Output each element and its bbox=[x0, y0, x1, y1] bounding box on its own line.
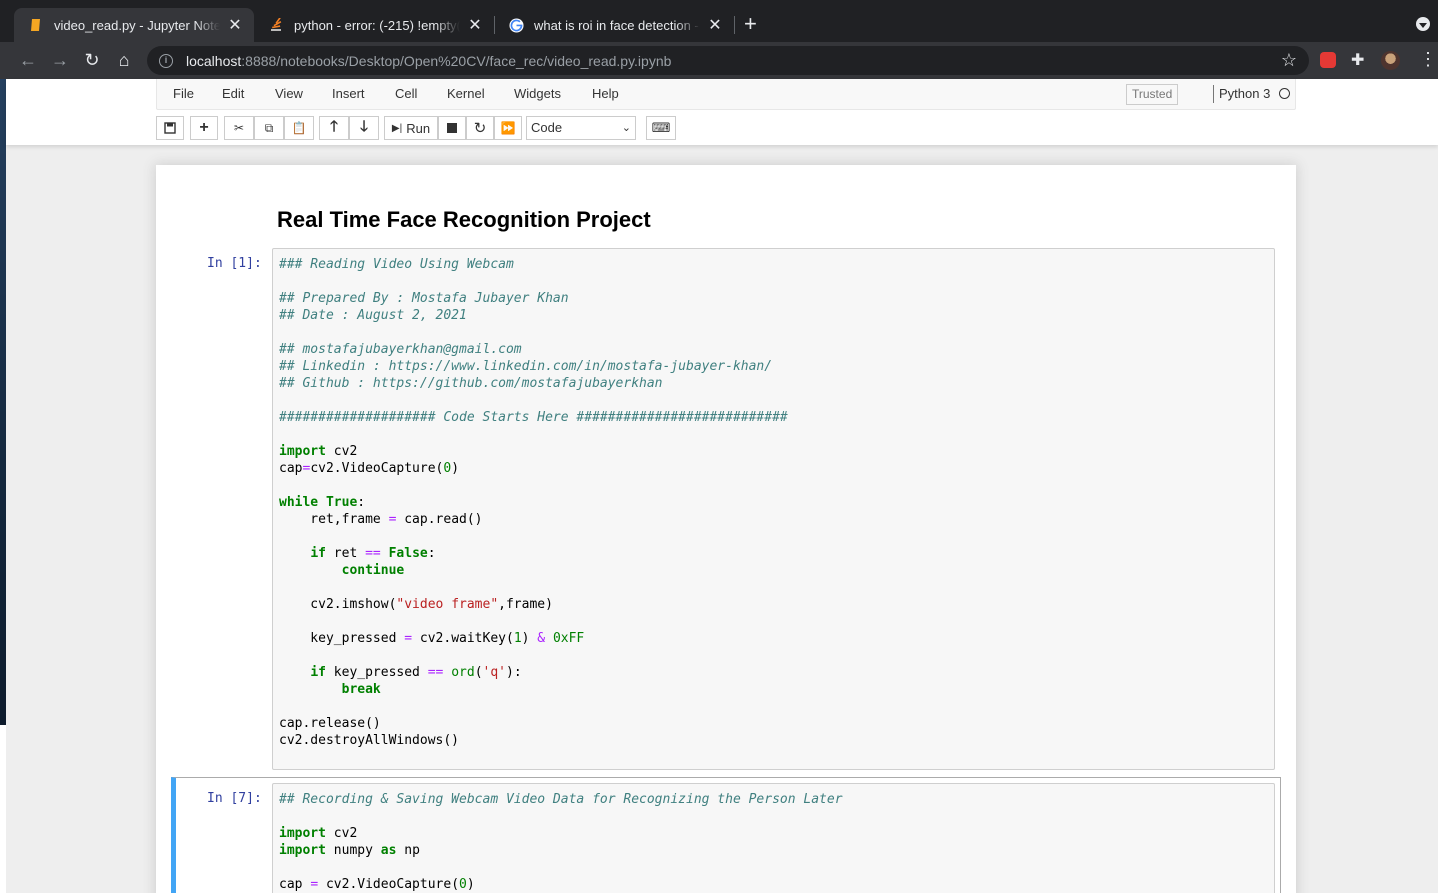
save-button[interactable] bbox=[156, 116, 184, 140]
restart-button[interactable]: ↻ bbox=[466, 116, 494, 140]
tab-search-icon[interactable] bbox=[1416, 17, 1430, 31]
copy-button[interactable]: ⧉ bbox=[254, 116, 284, 140]
notebook-container: Real Time Face Recognition Project In [1… bbox=[156, 165, 1296, 893]
code-cell-1-source[interactable]: ### Reading Video Using Webcam ## Prepar… bbox=[273, 249, 1274, 749]
extensions-puzzle-icon[interactable]: ✚ bbox=[1351, 50, 1364, 70]
menu-edit[interactable]: Edit bbox=[222, 86, 244, 101]
browser-toolbar: ← → ↻ ⌂ i localhost:8888/notebooks/Deskt… bbox=[0, 42, 1438, 79]
menu-widgets[interactable]: Widgets bbox=[514, 86, 561, 101]
save-icon bbox=[164, 122, 176, 134]
menu-cell[interactable]: Cell bbox=[395, 86, 417, 101]
tab-title: python - error: (-215) !empty() in funct… bbox=[294, 17, 460, 33]
fast-forward-icon: ⏩ bbox=[500, 121, 516, 135]
code-cell-1[interactable]: ### Reading Video Using Webcam ## Prepar… bbox=[272, 248, 1275, 770]
menu-kernel[interactable]: Kernel bbox=[447, 86, 485, 101]
copy-icon: ⧉ bbox=[264, 120, 274, 135]
move-up-button[interactable]: 🡑 bbox=[319, 116, 349, 140]
paste-icon: 📋 bbox=[291, 121, 307, 135]
tab-jupyter-notebook[interactable]: video_read.py - Jupyter Notebook ✕ bbox=[14, 8, 254, 42]
bookmark-star-icon[interactable]: ☆ bbox=[1281, 50, 1297, 71]
google-icon bbox=[508, 17, 524, 33]
reload-icon[interactable]: ↻ bbox=[82, 50, 102, 70]
interrupt-button[interactable] bbox=[438, 116, 466, 140]
stackoverflow-icon bbox=[268, 17, 284, 33]
address-bar[interactable]: i localhost:8888/notebooks/Desktop/Open%… bbox=[147, 46, 1309, 75]
command-palette-button[interactable]: ⌨ bbox=[646, 116, 676, 140]
close-tab-icon[interactable]: ✕ bbox=[706, 15, 724, 35]
cell-prompt: In [7]: bbox=[207, 791, 262, 806]
new-tab-button[interactable]: + bbox=[744, 13, 757, 35]
desktop-background bbox=[0, 725, 6, 893]
insert-cell-button[interactable]: + bbox=[190, 116, 218, 140]
browser-menu-icon[interactable]: ⋮ bbox=[1419, 49, 1437, 70]
kernel-idle-indicator bbox=[1279, 88, 1290, 99]
cell-type-value: Code bbox=[531, 120, 563, 135]
tab-title: what is roi in face detection - Google S… bbox=[534, 17, 700, 33]
forward-icon[interactable]: → bbox=[50, 50, 70, 70]
site-info-icon[interactable]: i bbox=[159, 53, 173, 68]
paste-button[interactable]: 📋 bbox=[284, 116, 314, 140]
desktop-background bbox=[0, 79, 6, 725]
menu-file[interactable]: File bbox=[173, 86, 194, 101]
profile-avatar[interactable] bbox=[1381, 51, 1400, 70]
close-tab-icon[interactable]: ✕ bbox=[466, 15, 484, 35]
keyboard-icon: ⌨ bbox=[651, 120, 671, 135]
code-cell-2-source[interactable]: ## Recording & Saving Webcam Video Data … bbox=[273, 784, 1274, 893]
menu-insert[interactable]: Insert bbox=[332, 86, 365, 101]
browser-tab-strip: video_read.py - Jupyter Notebook ✕ pytho… bbox=[0, 0, 1438, 42]
jupyter-header: File Edit View Insert Cell Kernel Widget… bbox=[6, 79, 1438, 145]
step-forward-icon: ▶| bbox=[391, 122, 403, 134]
back-icon[interactable]: ← bbox=[18, 50, 38, 70]
arrow-down-icon: 🡓 bbox=[360, 117, 368, 135]
trusted-badge[interactable]: Trusted bbox=[1126, 84, 1179, 105]
move-down-button[interactable]: 🡓 bbox=[349, 116, 379, 140]
tab-title: video_read.py - Jupyter Notebook bbox=[54, 17, 220, 33]
kernel-name[interactable]: Python 3 bbox=[1219, 86, 1270, 101]
adblock-extension-icon[interactable] bbox=[1320, 52, 1336, 68]
kernel-divider bbox=[1213, 85, 1214, 103]
cell-type-select[interactable]: Code ⌄ bbox=[526, 116, 636, 140]
run-label: Run bbox=[406, 120, 431, 136]
tab-google-search[interactable]: what is roi in face detection - Google S… bbox=[494, 8, 734, 42]
jupyter-menubar: File Edit View Insert Cell Kernel Widget… bbox=[156, 79, 1296, 110]
close-tab-icon[interactable]: ✕ bbox=[226, 15, 244, 35]
menu-view[interactable]: View bbox=[275, 86, 303, 101]
plus-icon: + bbox=[199, 119, 209, 136]
scissors-icon: ✂ bbox=[233, 121, 245, 135]
cell-prompt: In [1]: bbox=[207, 256, 262, 271]
tab-separator bbox=[734, 16, 735, 34]
run-button[interactable]: ▶| Run bbox=[384, 116, 438, 140]
chevron-down-icon: ⌄ bbox=[621, 122, 631, 134]
jupyter-book-icon bbox=[28, 17, 44, 33]
cut-button[interactable]: ✂ bbox=[224, 116, 254, 140]
menu-help[interactable]: Help bbox=[592, 86, 619, 101]
markdown-title[interactable]: Real Time Face Recognition Project bbox=[277, 207, 651, 233]
restart-icon: ↻ bbox=[473, 120, 487, 137]
tab-stackoverflow[interactable]: python - error: (-215) !empty() in funct… bbox=[254, 8, 494, 42]
home-icon[interactable]: ⌂ bbox=[114, 50, 134, 70]
stop-icon bbox=[447, 123, 457, 133]
code-cell-2[interactable]: ## Recording & Saving Webcam Video Data … bbox=[272, 783, 1275, 893]
restart-run-all-button[interactable]: ⏩ bbox=[494, 116, 522, 140]
arrow-up-icon: 🡑 bbox=[330, 117, 338, 135]
url-text: localhost:8888/notebooks/Desktop/Open%20… bbox=[186, 52, 672, 69]
